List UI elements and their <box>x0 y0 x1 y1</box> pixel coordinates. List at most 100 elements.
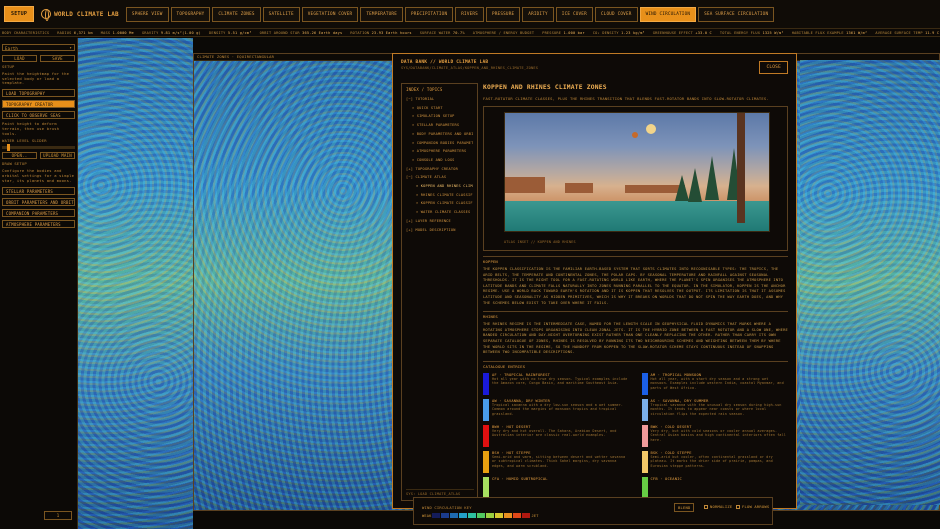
status-label: ROTATION <box>350 30 370 35</box>
index-item[interactable]: » RHINES CLIMATE CLASSIFICATION <box>406 191 473 200</box>
index-item[interactable]: [−] TUTORIAL <box>406 95 473 104</box>
map-background-right[interactable] <box>800 60 940 505</box>
catalogue-desc: Hot all year, with a short dry season an… <box>650 376 784 390</box>
index-item[interactable]: [+] MODEL DESCRIPTION <box>406 226 473 235</box>
orbit-parameters-button[interactable]: ORBIT PARAMETERS AND ORBIT <box>2 197 75 206</box>
status-value: 1.0000 M⊕ <box>112 30 134 35</box>
index-item[interactable]: » WATER CLIMATE CLASSES <box>406 208 473 217</box>
catalogue-entry: BWH · HOT DESERT Very dry and hot overall… <box>483 424 630 447</box>
index-item[interactable]: » COMPANION BODIES PARAMETERS <box>406 139 473 148</box>
index-item[interactable]: [+] LAYER REFERENCE <box>406 217 473 226</box>
tab-sphere-view[interactable]: SPHERE VIEW <box>125 6 169 22</box>
normalize-checkbox[interactable]: NORMALIZE <box>704 504 732 509</box>
stellar-parameters-button[interactable]: STELLAR PARAMETERS <box>2 186 75 195</box>
tab-sea-surface-circulation[interactable]: SEA SURFACE CIRCULATION <box>698 6 775 22</box>
catalogue-desc: Very dry, but with cold seasons or coole… <box>650 428 786 442</box>
open-button[interactable]: OPEN.. <box>2 152 37 160</box>
scale-swatch <box>486 513 495 518</box>
tab-vegetation-cover[interactable]: VEGETATION COVER <box>301 6 359 22</box>
map-background-left[interactable] <box>78 38 193 529</box>
status-label: PRESSURE <box>542 30 562 35</box>
save-button[interactable]: SAVE <box>40 55 75 62</box>
index-item[interactable]: » STELLAR PARAMETERS <box>406 121 473 130</box>
topography-creator-button[interactable]: TOPOGRAPHY CREATOR <box>2 100 75 109</box>
status-value: +33.0 C <box>695 30 712 35</box>
status-value: 1325 W/m² <box>762 30 784 35</box>
catalogue-entry: AW · SAVANNA, DRY WINTER Tropical savanna… <box>483 398 630 421</box>
color-swatch <box>483 398 489 421</box>
status-value: 1361 W/m² <box>846 30 868 35</box>
status-label: GRAVITY <box>141 30 159 35</box>
water <box>505 201 769 231</box>
index-item[interactable]: [−] CLIMATE ATLAS <box>406 173 473 182</box>
foreground-tree <box>737 113 745 223</box>
tab-rivers[interactable]: RIVERS <box>455 6 484 22</box>
left-sidebar: Earth LOAD SAVE SETUP Paint the heightma… <box>0 38 78 529</box>
catalogue-code: CFB · OCEANIC <box>650 476 682 481</box>
atmosphere-parameters-button[interactable]: ATMOSPHERE PARAMETERS <box>2 219 75 228</box>
index-item[interactable]: » ATMOSPHERE PARAMETERS <box>406 147 473 156</box>
observe-seas-button[interactable]: CLICK TO OBSERVE SEAS <box>2 111 75 120</box>
color-swatch <box>483 450 489 473</box>
mesa <box>505 177 545 193</box>
status-item: ROTATION 23.93 Earth hours <box>350 31 411 35</box>
tab-satellite[interactable]: SATELLITE <box>262 6 300 22</box>
companion-parameters-button[interactable]: COMPANION PARAMETERS <box>2 208 75 217</box>
scale-swatch <box>468 513 477 518</box>
status-label: HABITABLE FLUX EXAMPLE <box>791 30 844 35</box>
tab-ice-cover[interactable]: ICE COVER <box>555 6 593 22</box>
status-value: 70.7% <box>452 30 465 35</box>
flow-arrows-checkbox[interactable]: FLOW ARROWS <box>736 504 769 509</box>
page-indicator[interactable]: 1 <box>44 511 72 520</box>
tab-pressure[interactable]: PRESSURE <box>485 6 521 22</box>
status-label: AVERAGE SURFACE TEMP <box>875 30 923 35</box>
tab-climate-zones[interactable]: CLIMATE ZONES <box>212 6 261 22</box>
modal-title: DATA BANK // WORLD CLIMATE LAB <box>401 60 489 65</box>
tab-temperature[interactable]: TEMPERATURE <box>360 6 404 22</box>
water-level-slider[interactable] <box>2 144 75 152</box>
index-item[interactable]: » KOPPEN CLIMATE CLASSIFICATION <box>406 199 473 208</box>
catalogue-desc: Very dry and hot overall. The Sahara, Ar… <box>492 428 617 438</box>
color-swatch <box>641 450 648 473</box>
body-select[interactable]: Earth <box>2 44 75 51</box>
scale-weak-label: WEAK <box>422 513 432 518</box>
index-item[interactable]: » SIMULATION SETUP <box>406 112 473 121</box>
index-item[interactable]: » BODY PARAMETERS AND ORBIT <box>406 130 473 139</box>
status-label: TOTAL ENERGY FLUX <box>719 30 761 35</box>
blend-select[interactable]: BLEND <box>674 503 695 512</box>
index-item[interactable]: [+] TOPOGRAPHY CREATOR <box>406 165 473 174</box>
catalogue-code: CFA · HUMID SUBTROPICAL <box>492 476 548 481</box>
load-topography-button[interactable]: LOAD TOPOGRAPHY <box>2 89 75 98</box>
checkbox-icon[interactable] <box>736 504 740 509</box>
catalogue-heading: CATALOGUE ENTRIES <box>483 360 788 369</box>
status-item: TOTAL ENERGY FLUX 1325 W/m² <box>720 31 784 35</box>
index-item[interactable]: » CONSOLE AND LOGS <box>406 156 473 165</box>
slider-handle[interactable] <box>7 144 10 152</box>
scale-swatch <box>522 513 531 518</box>
modal-path: SYS/DATABANK/CLIMATE_ATLAS/KOPPEN_AND_RH… <box>401 66 539 70</box>
load-button[interactable]: LOAD <box>2 55 37 62</box>
index-item[interactable]: » KOPPEN AND RHINES CLIMATE ZONES <box>406 182 473 191</box>
color-swatch <box>483 424 489 447</box>
catalogue-text: CFA · HUMID SUBTROPICAL <box>492 477 548 499</box>
setup-button[interactable]: SETUP <box>4 6 35 22</box>
status-value: 5.51 g/cm³ <box>227 30 252 35</box>
article: KOPPEN AND RHINES CLIMATE ZONES FAST-ROT… <box>483 83 788 501</box>
tab-cloud-cover[interactable]: CLOUD COVER <box>594 6 638 22</box>
tab-precipitation[interactable]: PRECIPITATION <box>405 6 454 22</box>
upload-main-button[interactable]: UPLOAD MAIN <box>40 152 75 160</box>
moon-icon <box>632 132 638 138</box>
status-value: 6,371 km <box>73 30 93 35</box>
section-text-koppen: THE KOPPEN CLASSIFICATION IS THE FAMILIA… <box>483 267 786 305</box>
catalogue-entry: AM · TROPICAL MONSOON Hot all year, with … <box>641 372 789 395</box>
tab-topography[interactable]: TOPOGRAPHY <box>170 6 211 22</box>
index-item[interactable]: » QUICK START <box>406 104 473 113</box>
checkbox-icon[interactable] <box>704 504 708 509</box>
tab-aridity[interactable]: ARIDITY <box>522 6 554 22</box>
top-toolbar: SETUP WORLD CLIMATE LAB SPHERE VIEW TOPOG… <box>0 0 940 29</box>
scale-swatch <box>513 513 522 518</box>
catalogue-text: AW · SAVANNA, DRY WINTER Tropical savanna… <box>492 399 630 421</box>
close-button[interactable]: CLOSE <box>759 61 788 74</box>
tab-wind-circulation[interactable]: WIND CIRCULATION <box>639 6 697 22</box>
catalogue-text: CFB · OCEANIC <box>651 477 682 499</box>
